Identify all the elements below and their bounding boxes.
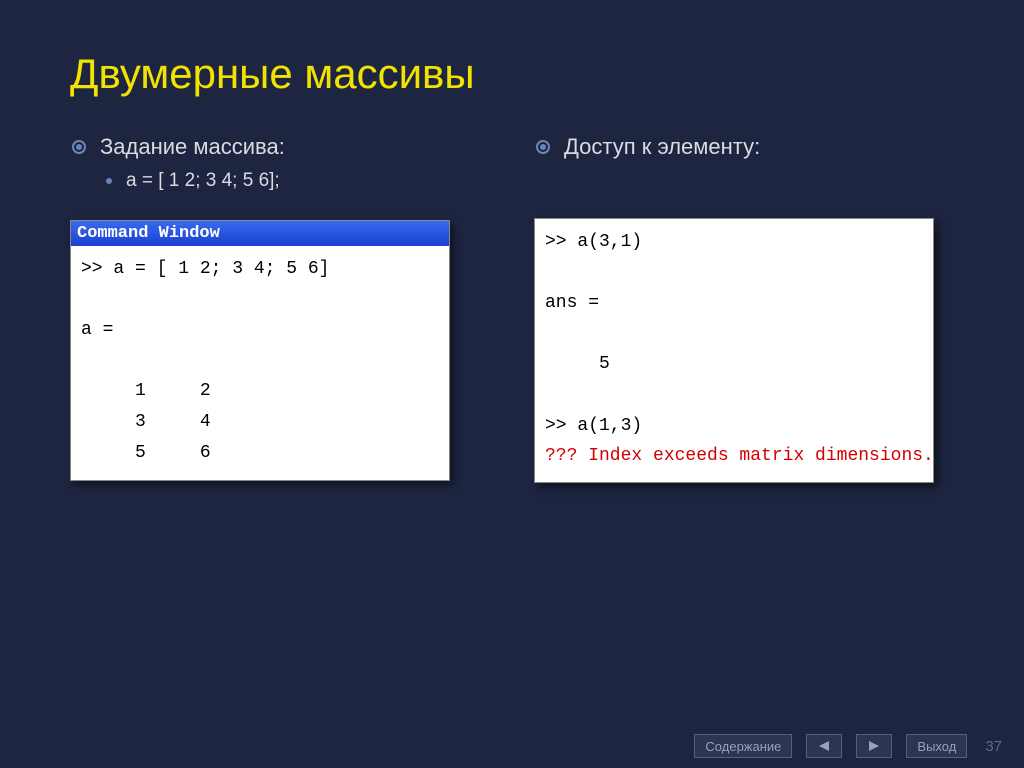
left-subitem: а = [ 1 2; 3 4; 5 6]; <box>106 170 490 192</box>
left-heading-text: Задание массива: <box>100 134 285 160</box>
command-window-body: >> a = [ 1 2; 3 4; 5 6] a = 1 2 3 4 5 6 <box>71 246 449 480</box>
arrow-left-icon <box>817 740 831 752</box>
left-column: Задание массива: а = [ 1 2; 3 4; 5 6]; C… <box>70 134 490 483</box>
bullet-target-icon <box>72 140 86 154</box>
bullet-dot-icon <box>106 178 112 184</box>
command-window-title: Command Window <box>71 221 449 246</box>
output-error: ??? Index exceeds matrix dimensions. <box>545 441 923 472</box>
arrow-right-icon <box>867 740 881 752</box>
footer: Содержание Выход 37 <box>0 734 1024 758</box>
output-window: >> a(3,1) ans = 5 >> a(1,3) ??? Index ex… <box>534 218 934 483</box>
prev-button[interactable] <box>806 734 842 758</box>
right-column: Доступ к элементу: >> a(3,1) ans = 5 >> … <box>534 134 954 483</box>
output-code: >> a(3,1) ans = 5 >> a(1,3) <box>545 227 923 441</box>
left-subitem-text: а = [ 1 2; 3 4; 5 6]; <box>126 170 280 192</box>
next-button[interactable] <box>856 734 892 758</box>
exit-button[interactable]: Выход <box>906 734 967 758</box>
slide-title: Двумерные массивы <box>70 50 954 98</box>
content-columns: Задание массива: а = [ 1 2; 3 4; 5 6]; C… <box>70 134 954 483</box>
left-heading: Задание массива: <box>72 134 490 160</box>
bullet-target-icon <box>536 140 550 154</box>
exit-label: Выход <box>917 739 956 754</box>
right-heading-text: Доступ к элементу: <box>564 134 760 160</box>
page-number: 37 <box>981 738 1002 755</box>
contents-button[interactable]: Содержание <box>694 734 792 758</box>
contents-label: Содержание <box>705 739 781 754</box>
slide: Двумерные массивы Задание массива: а = [… <box>0 0 1024 768</box>
right-heading: Доступ к элементу: <box>536 134 954 160</box>
command-window: Command Window >> a = [ 1 2; 3 4; 5 6] a… <box>70 220 450 481</box>
